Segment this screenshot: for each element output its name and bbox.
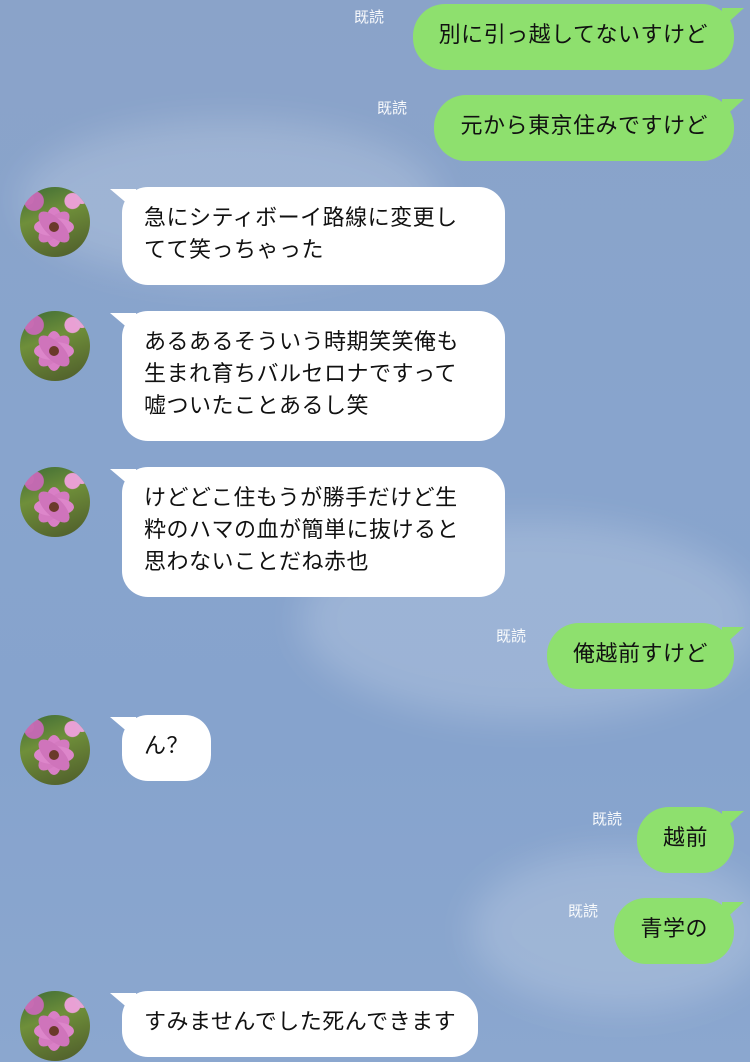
cosmos-flower-icon: [22, 314, 89, 371]
message-bubble-outgoing[interactable]: 俺越前すけど: [546, 623, 734, 689]
cosmos-flower-icon: [22, 718, 89, 775]
read-receipt: 既読: [377, 99, 408, 117]
read-receipt: 既読: [592, 810, 623, 828]
avatar-icon[interactable]: [20, 311, 90, 381]
avatar-icon[interactable]: [20, 187, 90, 257]
cosmos-flower-icon: [22, 994, 89, 1051]
message-bubble-incoming[interactable]: ん？: [122, 715, 212, 781]
avatar-icon[interactable]: [20, 991, 90, 1061]
cosmos-flower-icon: [22, 190, 89, 247]
message-bubble-incoming[interactable]: 急にシティボーイ路線に変更し てて笑っちゃった: [122, 187, 505, 285]
avatar-icon[interactable]: [20, 467, 90, 537]
read-receipt: 既読: [354, 8, 385, 26]
message-bubble-outgoing[interactable]: 越前: [636, 807, 734, 873]
read-receipt: 既読: [568, 902, 599, 920]
message-bubble-incoming[interactable]: あるあるそういう時期笑笑俺も 生まれ育ちバルセロナですって 嘘ついたことあるし笑: [122, 311, 505, 441]
message-bubble-outgoing[interactable]: 元から東京住みですけど: [434, 95, 734, 161]
message-bubble-outgoing[interactable]: 別に引っ越してないすけど: [412, 4, 734, 70]
cosmos-flower-icon: [22, 470, 89, 527]
message-bubble-incoming[interactable]: すみませんでした死んできます: [122, 991, 479, 1057]
read-receipt: 既読: [496, 627, 527, 645]
message-bubble-outgoing[interactable]: 青学の: [614, 898, 734, 964]
avatar-icon[interactable]: [20, 715, 90, 785]
message-bubble-incoming[interactable]: けどどこ住もうが勝手だけど生 粋のハマの血が簡単に抜けると 思わないことだね赤也: [122, 467, 505, 597]
